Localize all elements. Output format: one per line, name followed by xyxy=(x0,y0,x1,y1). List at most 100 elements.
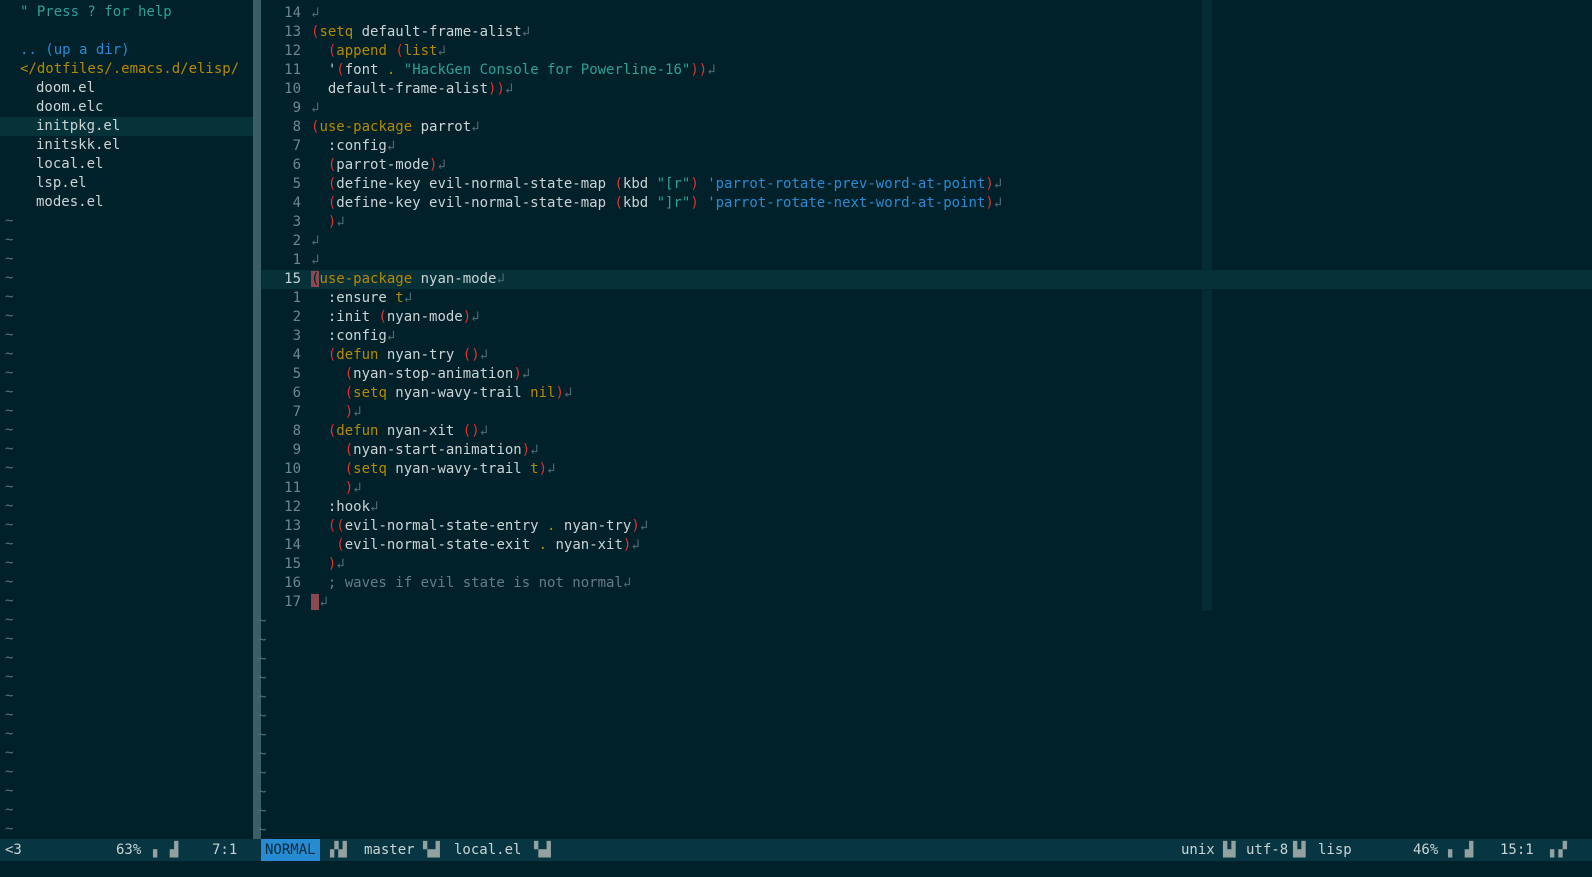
code-line[interactable]: 15 )↲ xyxy=(261,555,1592,574)
line-number: 14 xyxy=(284,5,301,21)
code-line[interactable]: 9 (nyan-start-animation)↲ xyxy=(261,441,1592,460)
line-number: 1 xyxy=(292,252,301,268)
line-number: 13 xyxy=(284,24,301,40)
code-line[interactable]: 2 :init (nyan-mode)↲ xyxy=(261,308,1592,327)
empty-line-marker: ~ xyxy=(5,593,14,609)
code-text: ((evil-normal-state-entry . nyan-try)↲ xyxy=(327,518,649,534)
line-number: 7 xyxy=(292,404,301,420)
code-line[interactable]: 5 (define-key evil-normal-state-map (kbd… xyxy=(261,175,1592,194)
code-line[interactable]: 10 (setq nyan-wavy-trail t)↲ xyxy=(261,460,1592,479)
empty-line-marker: ~ xyxy=(5,308,14,324)
code-text: (setq nyan-wavy-trail nil)↲ xyxy=(344,385,573,401)
code-line[interactable]: 6 (setq nyan-wavy-trail nil)↲ xyxy=(261,384,1592,403)
code-line[interactable]: 16 ; waves if evil state is not normal↲ xyxy=(261,574,1592,593)
empty-line-marker: ~ xyxy=(5,650,14,666)
command-line[interactable] xyxy=(0,861,1592,877)
file-tree-pane[interactable]: " Press ? for help .. (up a dir) </dotfi… xyxy=(0,0,253,839)
empty-line-marker: ~ xyxy=(5,726,14,742)
code-line[interactable]: 7 :config↲ xyxy=(261,137,1592,156)
tree-file-name: initpkg.el xyxy=(36,118,121,134)
code-line[interactable]: 1 :ensure t↲ xyxy=(261,289,1592,308)
code-line[interactable]: 3 )↲ xyxy=(261,213,1592,232)
code-text: )↲ xyxy=(344,480,362,496)
code-line[interactable]: 10 default-frame-alist))↲ xyxy=(261,80,1592,99)
empty-line-marker: ~ xyxy=(5,479,14,495)
cursor-position: 15:1 xyxy=(1500,842,1534,858)
code-editor[interactable]: 14 ↲ 13 (setq default-frame-alist↲ 12 (appen… xyxy=(258,0,1592,839)
tree-up-dir[interactable]: .. (up a dir) xyxy=(20,41,273,60)
empty-line-marker: ~ xyxy=(258,765,267,781)
code-line[interactable]: 4 (defun nyan-try ()↲ xyxy=(261,346,1592,365)
line-number: 16 xyxy=(284,575,301,591)
empty-line-marker: ~ xyxy=(258,632,267,648)
code-line[interactable]: 11 '(font . "HackGen Console for Powerli… xyxy=(261,61,1592,80)
tree-file-name: doom.el xyxy=(36,80,96,96)
tree-file-item[interactable]: initpkg.el xyxy=(0,117,253,136)
code-text: (defun nyan-xit ()↲ xyxy=(327,423,489,439)
status-separator-icon: ▖ ▟ xyxy=(1448,842,1474,858)
code-line[interactable]: 15 (use-package nyan-mode↲ xyxy=(261,270,1592,289)
line-number: 9 xyxy=(292,442,301,458)
code-text: (define-key evil-normal-state-map (kbd "… xyxy=(327,195,1003,211)
code-line[interactable]: 3 :config↲ xyxy=(261,327,1592,346)
empty-line-marker: ~ xyxy=(5,688,14,704)
tree-file-item[interactable]: local.el xyxy=(0,155,253,174)
code-line[interactable]: 8 (use-package parrot↲ xyxy=(261,118,1592,137)
empty-line-marker: ~ xyxy=(5,232,14,248)
empty-line-marker: ~ xyxy=(5,270,14,286)
tree-file-item[interactable]: modes.el xyxy=(0,193,253,212)
line-number: 12 xyxy=(284,499,301,515)
code-line[interactable]: 1 ↲ xyxy=(261,251,1592,270)
line-number: 13 xyxy=(284,518,301,534)
code-text: :ensure t↲ xyxy=(311,290,413,306)
line-number: 12 xyxy=(284,43,301,59)
line-number: 5 xyxy=(292,176,301,192)
code-text: (setq nyan-wavy-trail t)↲ xyxy=(344,461,556,477)
code-text: ↲ xyxy=(311,233,320,249)
empty-line-marker: ~ xyxy=(5,707,14,723)
tree-file-item[interactable]: lsp.el xyxy=(0,174,253,193)
empty-line-marker: ~ xyxy=(5,802,14,818)
code-line[interactable]: 13 ((evil-normal-state-entry . nyan-try)… xyxy=(261,517,1592,536)
empty-line-marker: ~ xyxy=(5,555,14,571)
empty-line-marker: ~ xyxy=(5,821,14,837)
code-line[interactable]: 12 (append (list↲ xyxy=(261,42,1592,61)
code-text: :config↲ xyxy=(311,138,396,154)
code-text: (use-package parrot↲ xyxy=(311,119,480,135)
code-text: (setq default-frame-alist↲ xyxy=(311,24,531,40)
empty-line-marker: ~ xyxy=(5,574,14,590)
code-line[interactable]: 8 (defun nyan-xit ()↲ xyxy=(261,422,1592,441)
line-number: 4 xyxy=(292,195,301,211)
code-line[interactable]: 12 :hook↲ xyxy=(261,498,1592,517)
code-text: ↲ xyxy=(311,593,328,612)
code-text: default-frame-alist))↲ xyxy=(311,81,514,97)
code-line[interactable]: 4 (define-key evil-normal-state-map (kbd… xyxy=(261,194,1592,213)
code-text: )↲ xyxy=(327,214,345,230)
code-text: (nyan-start-animation)↲ xyxy=(344,442,539,458)
code-line[interactable]: 9 ↲ xyxy=(261,99,1592,118)
line-number: 6 xyxy=(292,385,301,401)
code-line[interactable]: 14 ↲ xyxy=(261,4,1592,23)
code-line[interactable]: 5 (nyan-stop-animation)↲ xyxy=(261,365,1592,384)
tree-file-item[interactable]: doom.elc xyxy=(0,98,253,117)
tree-current-dir[interactable]: </dotfiles/.emacs.d/elisp/ xyxy=(20,60,273,79)
code-text: )↲ xyxy=(344,404,362,420)
empty-line-marker: ~ xyxy=(258,822,267,838)
tree-file-item[interactable]: initskk.el xyxy=(0,136,253,155)
empty-line-marker: ~ xyxy=(258,651,267,667)
line-number: 1 xyxy=(292,290,301,306)
code-line[interactable]: 11 )↲ xyxy=(261,479,1592,498)
code-line[interactable]: 7 )↲ xyxy=(261,403,1592,422)
code-line[interactable]: 13 (setq default-frame-alist↲ xyxy=(261,23,1592,42)
code-line[interactable]: 2 ↲ xyxy=(261,232,1592,251)
file-format: unix xyxy=(1181,842,1215,858)
tree-file-item[interactable]: doom.el xyxy=(0,79,253,98)
tree-file-name: lsp.el xyxy=(36,175,87,191)
tree-file-name: initskk.el xyxy=(36,137,121,153)
code-line[interactable]: 6 (parrot-mode)↲ xyxy=(261,156,1592,175)
line-number: 10 xyxy=(284,461,301,477)
code-line[interactable]: 17 ↲ xyxy=(261,593,1592,612)
code-text: (use-package nyan-mode↲ xyxy=(311,271,505,287)
code-line[interactable]: 14 (evil-normal-state-exit . nyan-xit)↲ xyxy=(261,536,1592,555)
status-separator-icon: ▖ ▟ xyxy=(153,842,179,858)
